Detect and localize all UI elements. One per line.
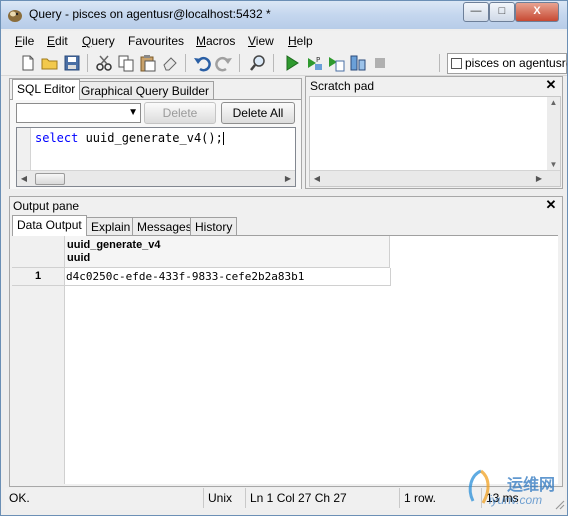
tab-explain[interactable]: Explain (86, 217, 136, 236)
cursor-position: Ln 1 Col 27 Ch 27 (245, 488, 394, 508)
menu-help[interactable]: Help (288, 34, 313, 48)
scroll-left-icon[interactable]: ◀ (17, 171, 31, 186)
watermark-text: 运维网 (507, 477, 556, 494)
open-folder-icon[interactable] (41, 54, 59, 72)
data-grid[interactable]: uuid_generate_v4 uuid 1 d4c0250c-efde-43… (12, 235, 558, 484)
scroll-right-icon[interactable]: ▶ (281, 171, 295, 186)
explain-analyze-icon[interactable] (349, 54, 367, 72)
watermark-url: iyunv.com (489, 493, 543, 507)
cut-icon[interactable] (95, 54, 113, 72)
scratch-pad-panel: Scratch pad ✕ ▲ ▼ ◀ ▶ (305, 76, 563, 189)
history-combo[interactable]: ▼ (16, 103, 141, 123)
undo-icon[interactable] (193, 54, 211, 72)
scroll-left-icon[interactable]: ◀ (310, 171, 324, 186)
tab-messages[interactable]: Messages (132, 217, 197, 236)
paste-icon[interactable] (139, 54, 157, 72)
close-window-button[interactable]: X (515, 2, 559, 22)
scratch-horizontal-scrollbar[interactable]: ◀ ▶ (310, 170, 560, 186)
copy-icon[interactable] (117, 54, 135, 72)
delete-button[interactable]: Delete (144, 102, 216, 124)
tab-history[interactable]: History (190, 217, 238, 236)
sql-editor[interactable]: select uuid_generate_v4(); ◀ ▶ (16, 127, 296, 187)
editor-horizontal-scrollbar[interactable]: ◀ ▶ (17, 170, 295, 186)
menu-favourites[interactable]: Favourites (128, 34, 184, 48)
tab-data-output[interactable]: Data Output (12, 215, 87, 236)
delete-all-button[interactable]: Delete All (221, 102, 295, 124)
column-header[interactable]: uuid_generate_v4 uuid (65, 236, 390, 268)
tab-graphical-query-builder[interactable]: Graphical Query Builder (76, 81, 215, 100)
title-bar: Query - pisces on agentusr@localhost:543… (1, 1, 567, 29)
pgadmin-elephant-icon (8, 10, 22, 22)
toolbar-separator (185, 54, 186, 72)
toolbar-separator (87, 54, 88, 72)
line-endings: Unix (203, 488, 242, 508)
execute-to-file-icon[interactable] (327, 54, 345, 72)
menu-macros[interactable]: Macros (196, 34, 235, 48)
find-icon[interactable] (249, 54, 267, 72)
editor-gutter (17, 128, 31, 170)
menu-view[interactable]: View (248, 34, 274, 48)
sql-query-text: select uuid_generate_v4(); (35, 131, 224, 145)
new-file-icon[interactable] (19, 54, 37, 72)
explain-icon[interactable]: P (305, 54, 323, 72)
sql-editor-page: ▼ Delete Delete All select uuid_generate… (10, 99, 301, 189)
scratch-pad-text[interactable]: ▲ ▼ ◀ ▶ (309, 96, 561, 187)
connection-label: pisces on agentusr@localhost:5432 (465, 56, 567, 70)
column-type: uuid (67, 252, 91, 264)
scratch-pad-title: Scratch pad (310, 79, 375, 93)
cancel-query-icon[interactable] (371, 54, 389, 72)
menu-query[interactable]: Query (82, 34, 115, 48)
grid-corner[interactable] (12, 236, 65, 268)
connection-checkbox[interactable] (451, 58, 462, 69)
column-name: uuid_generate_v4 (67, 239, 161, 251)
toolbar-separator (439, 54, 440, 72)
window-title: Query - pisces on agentusr@localhost:543… (29, 7, 271, 21)
site-watermark: 运维网 iyunv.com (463, 467, 563, 511)
row-number[interactable]: 1 (12, 268, 65, 286)
status-text: OK. (9, 491, 30, 505)
scroll-thumb[interactable] (35, 173, 65, 185)
sql-panel: SQL Editor Graphical Query Builder ▼ Del… (9, 78, 302, 189)
query-window: Query - pisces on agentusr@localhost:543… (0, 0, 568, 516)
menu-bar: File Edit Query Favourites Macros View H… (1, 31, 567, 51)
connection-selector[interactable]: pisces on agentusr@localhost:5432 (447, 53, 567, 74)
toolbar-separator (273, 54, 274, 72)
maximize-button[interactable]: □ (489, 2, 515, 22)
output-pane-title: Output pane (13, 199, 80, 213)
minimize-button[interactable]: — (463, 2, 489, 22)
menu-file[interactable]: File (15, 34, 34, 48)
svg-text:P: P (316, 56, 320, 64)
chevron-down-icon: ▼ (128, 107, 138, 118)
row-count: 1 row. (399, 488, 468, 508)
scroll-up-icon[interactable]: ▲ (547, 97, 560, 109)
save-icon[interactable] (63, 54, 81, 72)
execute-icon[interactable] (283, 54, 301, 72)
scratch-vertical-scrollbar[interactable]: ▲ ▼ (547, 97, 560, 171)
tab-sql-editor[interactable]: SQL Editor (12, 79, 81, 100)
close-output-pane-icon[interactable]: ✕ (544, 198, 558, 212)
menu-edit[interactable]: Edit (47, 34, 68, 48)
redo-icon[interactable] (215, 54, 233, 72)
close-scratch-pad-icon[interactable]: ✕ (544, 78, 558, 92)
output-pane: Output pane ✕ Data Output Explain Messag… (9, 196, 563, 487)
toolbar-separator (239, 54, 240, 72)
toolbar: P pisces on agentusr@localhost:5432 (1, 51, 567, 76)
scroll-right-icon[interactable]: ▶ (532, 171, 546, 186)
table-cell[interactable]: d4c0250c-efde-433f-9833-cefe2b2a83b1 (65, 268, 391, 286)
text-cursor (222, 132, 224, 145)
clear-icon[interactable] (161, 54, 179, 72)
